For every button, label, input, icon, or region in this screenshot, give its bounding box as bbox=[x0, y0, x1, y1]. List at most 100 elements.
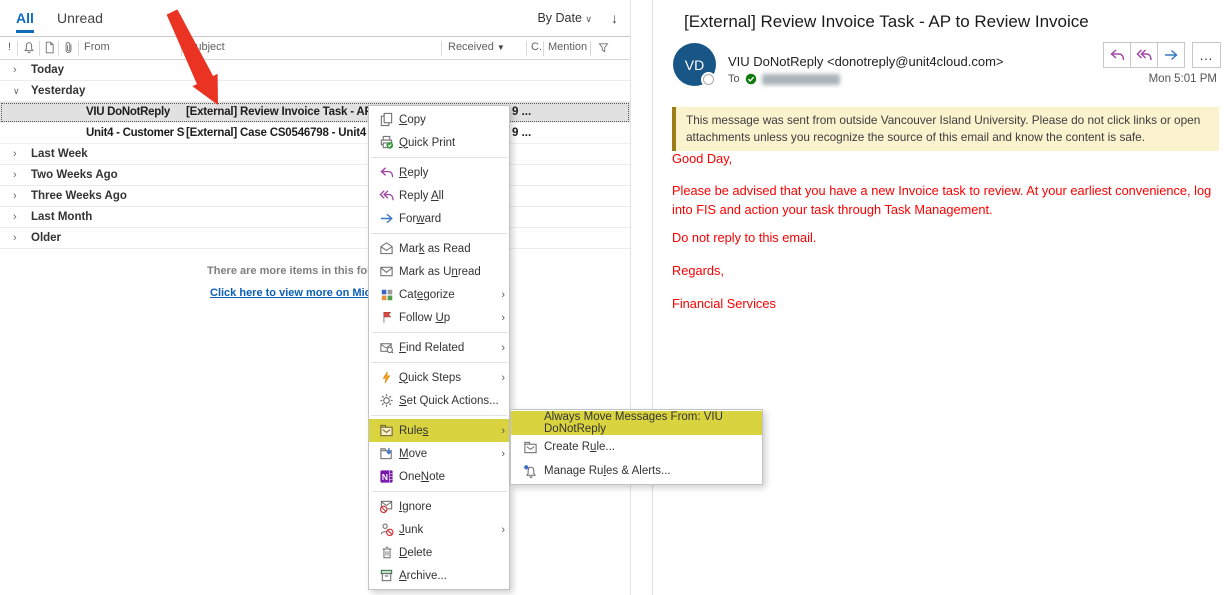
menu-separator bbox=[371, 332, 507, 333]
group-row-last-month[interactable]: › Last Month bbox=[0, 207, 630, 228]
recipient-name-redacted[interactable] bbox=[762, 74, 840, 85]
archive-icon bbox=[374, 568, 399, 583]
message-rows: › Today ∨ Yesterday VIU DoNotReply [Exte… bbox=[0, 60, 630, 249]
chevron-right-icon: › bbox=[13, 186, 27, 207]
context-menu: Copy Quick Print Reply Reply All Forw bbox=[368, 105, 510, 590]
submenu-item-always-move[interactable]: Always Move Messages From: VIU DoNotRepl… bbox=[511, 411, 762, 435]
menu-item-onenote[interactable]: N OneNote bbox=[369, 465, 509, 488]
body-paragraph: Please be advised that you have a new In… bbox=[672, 182, 1224, 219]
menu-item-ignore[interactable]: Ignore bbox=[369, 495, 509, 518]
menu-separator bbox=[371, 157, 507, 158]
filter-icon[interactable] bbox=[597, 40, 610, 55]
sort-by-label: By Date bbox=[537, 11, 581, 25]
message-timestamp: Mon 5:01 PM bbox=[1149, 73, 1217, 85]
group-row-yesterday[interactable]: ∨ Yesterday bbox=[0, 81, 630, 102]
submenu-item-manage-rules-alerts[interactable]: Manage Rules & Alerts... bbox=[511, 459, 762, 483]
menu-item-reply[interactable]: Reply bbox=[369, 161, 509, 184]
copy-icon bbox=[374, 112, 399, 127]
forward-button[interactable] bbox=[1157, 42, 1185, 68]
menu-item-follow-up[interactable]: Follow Up › bbox=[369, 306, 509, 329]
presence-badge bbox=[703, 74, 714, 85]
submenu-chevron-icon: › bbox=[495, 448, 505, 460]
message-list-pane: All Unread By Date ∨ ↓ ! From bbox=[0, 0, 631, 595]
recipient-row: To bbox=[728, 73, 840, 85]
pane-divider[interactable] bbox=[652, 0, 653, 595]
column-subject[interactable]: Subject bbox=[188, 41, 225, 53]
menu-separator bbox=[371, 415, 507, 416]
menu-item-rules[interactable]: Rules › bbox=[369, 419, 509, 442]
set-quick-actions-icon bbox=[374, 393, 399, 408]
menu-item-mark-as-read[interactable]: Mark as Read bbox=[369, 237, 509, 260]
create-rule-icon bbox=[517, 440, 544, 455]
tab-all[interactable]: All bbox=[16, 10, 34, 26]
menu-item-forward[interactable]: Forward bbox=[369, 207, 509, 230]
svg-text:N: N bbox=[382, 472, 388, 482]
find-related-icon bbox=[374, 340, 399, 355]
verified-check-icon bbox=[745, 73, 757, 85]
email-subject: [External] Review Invoice Task - AP to R… bbox=[684, 12, 1089, 32]
chevron-right-icon: › bbox=[13, 165, 27, 186]
tab-unread[interactable]: Unread bbox=[57, 10, 103, 26]
manage-rules-icon bbox=[517, 464, 544, 479]
group-row-two-weeks-ago[interactable]: › Two Weeks Ago bbox=[0, 165, 630, 186]
submenu-item-create-rule[interactable]: Create Rule... bbox=[511, 435, 762, 459]
quick-print-icon bbox=[374, 135, 399, 150]
submenu-chevron-icon: › bbox=[495, 289, 505, 301]
menu-item-move[interactable]: Move › bbox=[369, 442, 509, 465]
reply-all-button[interactable] bbox=[1130, 42, 1158, 68]
column-from[interactable]: From bbox=[84, 41, 110, 53]
reply-all-icon bbox=[374, 188, 399, 203]
view-more-link[interactable]: Click here to view more on Microso bbox=[210, 287, 395, 299]
submenu-chevron-icon: › bbox=[495, 342, 505, 354]
more-actions-button[interactable]: … bbox=[1192, 42, 1221, 68]
menu-item-mark-as-unread[interactable]: Mark as Unread bbox=[369, 260, 509, 283]
column-received[interactable]: Received ▼ bbox=[448, 41, 505, 53]
menu-item-archive[interactable]: Archive... bbox=[369, 564, 509, 587]
importance-column-icon[interactable]: ! bbox=[8, 41, 11, 53]
message-row-viu-donotreply[interactable]: VIU DoNotReply [External] Review Invoice… bbox=[0, 102, 630, 123]
reply-all-icon bbox=[1136, 47, 1153, 63]
group-row-today[interactable]: › Today bbox=[0, 60, 630, 81]
mark-read-icon bbox=[374, 241, 399, 256]
group-row-three-weeks-ago[interactable]: › Three Weeks Ago bbox=[0, 186, 630, 207]
sender-name-address[interactable]: VIU DoNotReply <donotreply@unit4cloud.co… bbox=[728, 54, 1004, 69]
menu-item-quick-steps[interactable]: Quick Steps › bbox=[369, 366, 509, 389]
reminder-bell-icon[interactable] bbox=[22, 40, 36, 55]
item-type-column-icon[interactable] bbox=[43, 40, 56, 55]
list-filter-tabs: All Unread By Date ∨ ↓ bbox=[0, 0, 630, 37]
junk-icon bbox=[374, 522, 399, 537]
menu-item-find-related[interactable]: Find Related › bbox=[369, 336, 509, 359]
ignore-icon bbox=[374, 499, 399, 514]
menu-item-quick-print[interactable]: Quick Print bbox=[369, 131, 509, 154]
sort-desc-icon: ▼ bbox=[497, 43, 505, 52]
menu-item-junk[interactable]: Junk › bbox=[369, 518, 509, 541]
attachment-column-icon[interactable] bbox=[62, 40, 75, 55]
menu-item-set-quick-actions[interactable]: Set Quick Actions... bbox=[369, 389, 509, 412]
menu-separator bbox=[371, 233, 507, 234]
chevron-right-icon: › bbox=[13, 60, 27, 81]
message-row-unit4[interactable]: Unit4 - Customer Su... [External] Case C… bbox=[0, 123, 630, 144]
menu-separator bbox=[371, 491, 507, 492]
sort-by-dropdown[interactable]: By Date ∨ bbox=[537, 11, 592, 25]
group-row-older[interactable]: › Older bbox=[0, 228, 630, 249]
body-no-reply: Do not reply to this email. bbox=[672, 229, 1224, 248]
body-greeting: Good Day, bbox=[672, 150, 1224, 169]
to-label: To bbox=[728, 73, 740, 85]
body-signature: Financial Services bbox=[672, 295, 1224, 314]
mark-unread-icon bbox=[374, 264, 399, 279]
menu-item-reply-all[interactable]: Reply All bbox=[369, 184, 509, 207]
menu-item-delete[interactable]: Delete bbox=[369, 541, 509, 564]
menu-item-copy[interactable]: Copy bbox=[369, 108, 509, 131]
forward-icon bbox=[1163, 47, 1180, 63]
chevron-right-icon: › bbox=[13, 144, 27, 165]
sort-direction-button[interactable]: ↓ bbox=[611, 10, 618, 26]
submenu-chevron-icon: › bbox=[495, 372, 505, 384]
chevron-down-icon: ∨ bbox=[13, 81, 27, 102]
external-warning-banner: This message was sent from outside Vanco… bbox=[672, 107, 1219, 151]
follow-up-icon bbox=[374, 310, 399, 325]
group-row-last-week[interactable]: › Last Week bbox=[0, 144, 630, 165]
menu-item-categorize[interactable]: Categorize › bbox=[369, 283, 509, 306]
reply-button[interactable] bbox=[1103, 42, 1131, 68]
rules-submenu: Always Move Messages From: VIU DoNotRepl… bbox=[510, 409, 763, 485]
column-mention[interactable]: Mention bbox=[548, 41, 587, 53]
